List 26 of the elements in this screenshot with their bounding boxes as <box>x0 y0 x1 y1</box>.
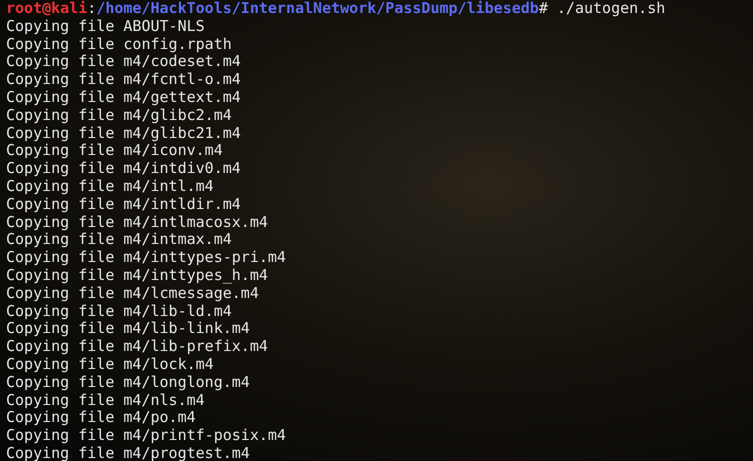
prompt-line: root@kali:/home/HackTools/InternalNetwork/PassDump/libesedb# ./autogen.sh <box>6 0 666 18</box>
output-line: Copying file m4/lib-link.m4 <box>6 320 250 338</box>
output-line: Copying file m4/nls.m4 <box>6 392 205 410</box>
output-line: Copying file ABOUT-NLS <box>6 18 205 36</box>
output-line: Copying file config.rpath <box>6 36 232 54</box>
output-line: Copying file m4/po.m4 <box>6 409 196 428</box>
output-line: Copying file m4/intdiv0.m4 <box>6 160 241 178</box>
output-line: Copying file m4/glibc21.m4 <box>6 124 241 142</box>
output-line: Copying file m4/inttypes-pri.m4 <box>6 249 286 267</box>
output-line: Copying file m4/lcmessage.m4 <box>6 284 259 303</box>
output-line: Copying file m4/gettext.m4 <box>6 88 241 107</box>
output-line: Copying file m4/intlmacosx.m4 <box>6 214 268 232</box>
output-line: Copying file m4/codeset.m4 <box>6 53 241 72</box>
output-line: Copying file m4/intmax.m4 <box>6 231 232 250</box>
output-line: Copying file m4/lock.m4 <box>6 356 214 374</box>
output-line: Copying file m4/glibc2.m4 <box>6 106 232 125</box>
output-line: Copying file m4/progtest.m4 <box>6 444 250 461</box>
output-line: Copying file m4/intldir.m4 <box>6 196 241 214</box>
output-line: Copying file m4/intl.m4 <box>6 178 214 196</box>
output-line: Copying file m4/fcntl-o.m4 <box>6 71 241 89</box>
output-line: Copying file m4/printf-posix.m4 <box>6 427 286 445</box>
output-line: Copying file m4/lib-ld.m4 <box>6 302 232 320</box>
output-line: Copying file m4/inttypes_h.m4 <box>6 266 268 285</box>
output-line: Copying file m4/longlong.m4 <box>6 374 250 392</box>
output-line: Copying file m4/lib-prefix.m4 <box>6 338 268 356</box>
output-line: Copying file m4/iconv.m4 <box>6 142 223 160</box>
